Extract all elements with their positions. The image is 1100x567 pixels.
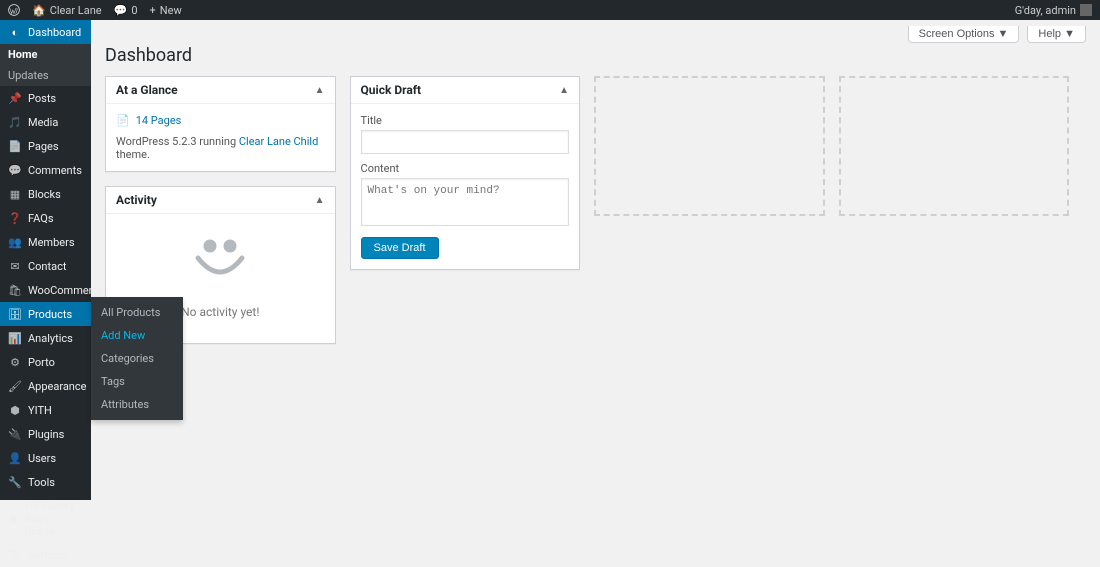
- theme-link[interactable]: Clear Lane Child: [239, 135, 318, 148]
- dashboard-icon: ◐: [8, 25, 22, 39]
- my-account[interactable]: G'day, admin: [1015, 4, 1092, 17]
- wp-logo[interactable]: [8, 4, 20, 16]
- plus-icon: +: [150, 4, 156, 17]
- at-a-glance-header[interactable]: At a Glance▲: [106, 77, 335, 104]
- menu-comments[interactable]: 💬Comments: [0, 158, 91, 182]
- submenu-updates[interactable]: Updates: [0, 65, 91, 86]
- members-icon: 👥: [8, 235, 22, 249]
- chart-icon: 📊: [8, 331, 22, 345]
- chevron-up-icon: ▲: [315, 195, 325, 206]
- avatar: [1080, 4, 1092, 16]
- dashboard-placeholder-2[interactable]: [839, 76, 1070, 216]
- menu-blocks[interactable]: ▦Blocks: [0, 182, 91, 206]
- flyout-categories[interactable]: Categories: [91, 347, 183, 370]
- new-content-link[interactable]: +New: [150, 4, 182, 17]
- draft-title-input[interactable]: [361, 130, 570, 154]
- content-label: Content: [361, 162, 570, 175]
- chevron-up-icon: ▲: [315, 85, 325, 96]
- mail-icon: ✉: [8, 259, 22, 273]
- wrench-icon: 🔧: [8, 475, 22, 489]
- comments-link[interactable]: 💬0: [114, 4, 138, 17]
- comment-icon: 💬: [8, 163, 22, 177]
- title-label: Title: [361, 114, 570, 127]
- menu-yith[interactable]: ⬢YITH: [0, 398, 91, 422]
- menu-woocommerce[interactable]: 🛍WooCommerce: [0, 278, 91, 302]
- at-a-glance-box: At a Glance▲ 📄 14 Pages WordPress 5.2.3 …: [105, 76, 336, 172]
- comment-icon: 💬: [114, 4, 128, 17]
- brush-icon: 🖌: [8, 379, 22, 393]
- flyout-attributes[interactable]: Attributes: [91, 393, 183, 416]
- quick-draft-box: Quick Draft▲ Title Content Save Draft: [350, 76, 581, 270]
- menu-products[interactable]: 🗄Products: [0, 302, 91, 326]
- flyout-add-new[interactable]: Add New: [91, 324, 183, 347]
- question-icon: ❓: [8, 211, 22, 225]
- menu-contact[interactable]: ✉Contact: [0, 254, 91, 278]
- home-icon: 🏠: [32, 4, 46, 17]
- menu-pages[interactable]: 📄Pages: [0, 134, 91, 158]
- products-flyout: All Products Add New Categories Tags Att…: [91, 297, 183, 420]
- admin-sidebar: ◐Dashboard Home Updates 📌Posts 🎵Media 📄P…: [0, 20, 91, 500]
- woo-icon: 🛍: [8, 283, 22, 297]
- menu-appearance[interactable]: 🖌Appearance: [0, 374, 91, 398]
- menu-tools[interactable]: 🔧Tools: [0, 470, 91, 494]
- flyout-all-products[interactable]: All Products: [91, 301, 183, 324]
- help-button[interactable]: Help ▼: [1027, 26, 1086, 43]
- activity-header[interactable]: Activity▲: [106, 187, 335, 214]
- pin-icon: 📌: [8, 91, 22, 105]
- plug-icon: 🔌: [8, 427, 22, 441]
- admin-bar: 🏠Clear Lane 💬0 +New G'day, admin: [0, 0, 1100, 20]
- main-content: Screen Options ▼ Help ▼ Dashboard At a G…: [91, 20, 1100, 500]
- save-draft-button[interactable]: Save Draft: [361, 237, 439, 259]
- dashboard-placeholder-1[interactable]: [594, 76, 825, 216]
- gear-icon: ⚙: [8, 355, 22, 369]
- menu-media[interactable]: 🎵Media: [0, 110, 91, 134]
- screen-options-button[interactable]: Screen Options ▼: [908, 26, 1020, 43]
- menu-plugins[interactable]: 🔌Plugins: [0, 422, 91, 446]
- page-icon: 📄: [116, 114, 130, 127]
- sliders-icon: ☰: [8, 548, 22, 562]
- menu-faqs[interactable]: ❓FAQs: [0, 206, 91, 230]
- menu-wpbakery[interactable]: ▣WPBakery Page Builder: [0, 494, 91, 543]
- flyout-tags[interactable]: Tags: [91, 370, 183, 393]
- menu-dashboard[interactable]: ◐Dashboard: [0, 20, 91, 44]
- quick-draft-header[interactable]: Quick Draft▲: [351, 77, 580, 104]
- builder-icon: ▣: [8, 512, 18, 526]
- archive-icon: 🗄: [8, 307, 22, 321]
- page-icon: 📄: [8, 139, 22, 153]
- site-name-link[interactable]: 🏠Clear Lane: [32, 4, 102, 17]
- glance-pages-link[interactable]: 📄 14 Pages: [116, 114, 325, 127]
- version-text: WordPress 5.2.3 running Clear Lane Child…: [116, 135, 325, 161]
- menu-porto[interactable]: ⚙Porto: [0, 350, 91, 374]
- menu-members[interactable]: 👥Members: [0, 230, 91, 254]
- smile-icon: [116, 224, 325, 295]
- submenu-home[interactable]: Home: [0, 44, 91, 65]
- menu-settings[interactable]: ☰Settings: [0, 543, 91, 567]
- page-title: Dashboard: [105, 45, 1086, 66]
- user-icon: 👤: [8, 451, 22, 465]
- chevron-up-icon: ▲: [559, 85, 569, 96]
- menu-analytics[interactable]: 📊Analytics: [0, 326, 91, 350]
- draft-content-textarea[interactable]: [361, 178, 570, 226]
- block-icon: ▦: [8, 187, 22, 201]
- menu-users[interactable]: 👤Users: [0, 446, 91, 470]
- menu-posts[interactable]: 📌Posts: [0, 86, 91, 110]
- media-icon: 🎵: [8, 115, 22, 129]
- yith-icon: ⬢: [8, 403, 22, 417]
